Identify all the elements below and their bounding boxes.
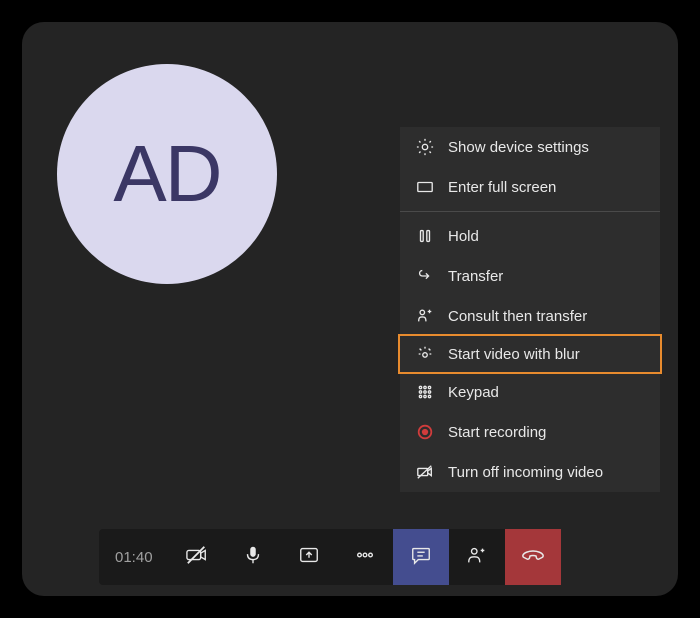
hangup-icon <box>521 543 545 572</box>
more-icon <box>354 544 376 571</box>
menu-consult-then-transfer[interactable]: Consult then transfer <box>400 296 660 336</box>
chat-icon <box>410 544 432 571</box>
keypad-icon <box>416 383 434 401</box>
fullscreen-icon <box>416 178 434 196</box>
menu-label: Transfer <box>448 268 503 285</box>
call-toolbar: 01:40 <box>99 529 561 585</box>
context-menu: Show device settings Enter full screen H… <box>400 127 660 492</box>
camera-off-icon <box>186 544 208 571</box>
menu-enter-full-screen[interactable]: Enter full screen <box>400 167 660 207</box>
people-icon <box>466 544 488 571</box>
menu-show-device-settings[interactable]: Show device settings <box>400 127 660 167</box>
menu-label: Turn off incoming video <box>448 464 603 481</box>
consult-icon <box>416 307 434 325</box>
share-screen-icon <box>298 544 320 571</box>
call-window: AD Show device settings Enter full scree… <box>22 22 678 596</box>
record-icon <box>416 423 434 441</box>
menu-label: Show device settings <box>448 139 589 156</box>
share-button[interactable] <box>281 529 337 585</box>
menu-turn-off-incoming-video[interactable]: Turn off incoming video <box>400 452 660 492</box>
menu-label: Start recording <box>448 424 546 441</box>
call-timer: 01:40 <box>99 549 169 566</box>
menu-label: Enter full screen <box>448 179 556 196</box>
more-actions-button[interactable] <box>337 529 393 585</box>
hangup-button[interactable] <box>505 529 561 585</box>
menu-keypad[interactable]: Keypad <box>400 372 660 412</box>
menu-divider <box>400 211 660 212</box>
gear-icon <box>416 138 434 156</box>
chat-button[interactable] <box>393 529 449 585</box>
blur-icon <box>416 345 434 363</box>
avatar-initials: AD <box>113 128 220 220</box>
menu-hold[interactable]: Hold <box>400 216 660 256</box>
pause-icon <box>416 227 434 245</box>
avatar: AD <box>57 64 277 284</box>
menu-transfer[interactable]: Transfer <box>400 256 660 296</box>
transfer-icon <box>416 267 434 285</box>
menu-start-recording[interactable]: Start recording <box>400 412 660 452</box>
camera-button[interactable] <box>169 529 225 585</box>
microphone-icon <box>242 544 264 571</box>
menu-label: Hold <box>448 228 479 245</box>
menu-label: Consult then transfer <box>448 308 587 325</box>
menu-label: Start video with blur <box>448 346 580 363</box>
microphone-button[interactable] <box>225 529 281 585</box>
menu-label: Keypad <box>448 384 499 401</box>
menu-start-video-with-blur[interactable]: Start video with blur <box>398 334 662 374</box>
video-off-icon <box>416 463 434 481</box>
people-button[interactable] <box>449 529 505 585</box>
